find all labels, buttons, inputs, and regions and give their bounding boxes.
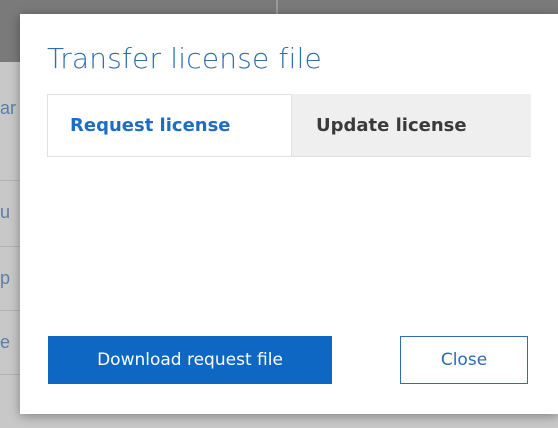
background-divider	[0, 374, 20, 375]
background-text-fragment: p	[0, 268, 11, 288]
background-text-fragment: ar	[0, 98, 17, 118]
background-text-fragment: u	[0, 202, 11, 222]
download-request-file-button[interactable]: Download request file	[48, 336, 332, 384]
background-divider	[0, 246, 20, 247]
dialog-title: Transfer license file	[47, 42, 322, 75]
transfer-license-dialog: Transfer license file Request license Up…	[20, 14, 558, 414]
tab-request-license[interactable]: Request license	[47, 94, 292, 156]
tab-content-area	[47, 156, 531, 316]
license-tabs: Request license Update license	[47, 94, 531, 157]
tab-update-license[interactable]: Update license	[292, 94, 531, 156]
background-divider	[0, 310, 20, 311]
background-text-fragment: e	[0, 332, 11, 352]
background-divider	[0, 180, 20, 181]
close-button[interactable]: Close	[400, 336, 528, 384]
